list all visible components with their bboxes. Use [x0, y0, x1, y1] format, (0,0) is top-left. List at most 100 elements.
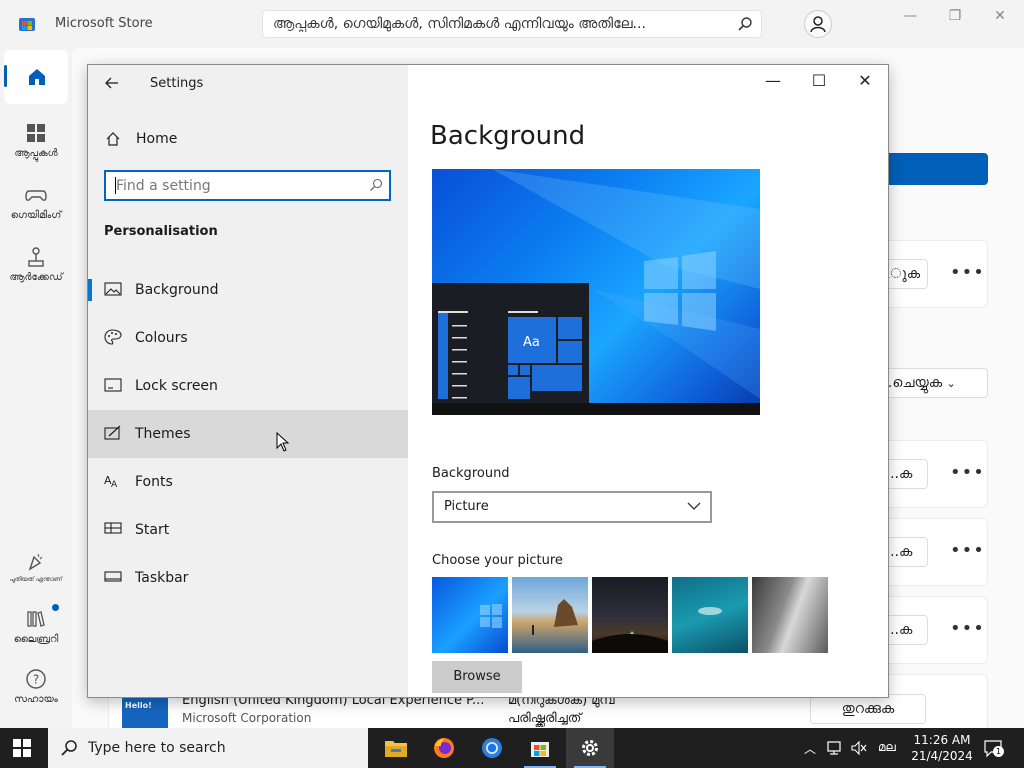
library-update-badge: [52, 604, 59, 611]
picture-thumb-2[interactable]: [512, 577, 588, 653]
search-icon[interactable]: [369, 178, 383, 192]
preview-taskbar: [432, 403, 760, 415]
minimize-button[interactable]: —: [750, 71, 796, 93]
person-icon: [810, 16, 826, 33]
picture-thumb-1[interactable]: [432, 577, 508, 653]
nav-item-themes[interactable]: Themes: [88, 410, 408, 458]
nav-item-taskbar[interactable]: Taskbar: [88, 554, 408, 602]
nav-selected-indicator: [88, 279, 92, 301]
brush-icon: [104, 425, 121, 440]
background-type-dropdown[interactable]: Picture: [432, 491, 712, 523]
app-tile-icon-text: Hello!: [125, 701, 152, 710]
account-avatar[interactable]: [804, 10, 832, 38]
nav-item-fonts[interactable]: AA Fonts: [88, 458, 408, 506]
gamepad-icon: [25, 190, 47, 201]
store-nav-arcade[interactable]: ആർക്കേഡ്: [0, 246, 72, 283]
maximize-button[interactable]: ☐: [796, 71, 842, 93]
network-icon[interactable]: [826, 740, 844, 756]
settings-home-label: Home: [136, 131, 178, 147]
swimmer-thumb: [698, 607, 722, 615]
clock-date[interactable]: 21/4/2024: [910, 749, 974, 763]
taskbar-firefox[interactable]: [420, 728, 468, 768]
chevron-down-icon: ⌄: [946, 377, 956, 390]
store-nav-help-label: സഹായം: [14, 694, 58, 705]
background-type-label: Background: [432, 466, 510, 481]
picture-thumb-3[interactable]: [592, 577, 668, 653]
store-restore-button[interactable]: ❐: [935, 8, 975, 28]
store-bag-icon: [531, 742, 549, 757]
close-button[interactable]: ✕: [842, 71, 888, 93]
open-app-button[interactable]: തുറക്കുക: [810, 694, 926, 724]
notification-count-badge: 1: [993, 746, 1004, 757]
nav-item-label: Lock screen: [135, 378, 218, 394]
preview-start-menu: Aa: [432, 283, 589, 403]
home-icon: [29, 69, 45, 85]
search-icon[interactable]: [737, 16, 753, 32]
settings-home-link[interactable]: Home: [88, 121, 408, 157]
picture-thumb-4[interactable]: [672, 577, 748, 653]
store-search-text: ആപ്പുകൾ, ഗെയിമുകൾ, സിനിമകൾ എന്നിവയും അതി…: [273, 16, 646, 32]
store-nav-whats-new[interactable]: പുതിയത് എന്താണ്: [0, 550, 72, 584]
taskbar-microsoft-store[interactable]: [516, 728, 564, 768]
store-app-title: Microsoft Store: [55, 16, 153, 31]
start-icon: [104, 522, 122, 534]
night-tent-thumb: [592, 631, 668, 653]
browse-button[interactable]: Browse: [432, 661, 522, 693]
taskbar-file-explorer[interactable]: [372, 728, 420, 768]
windows-start-icon[interactable]: [12, 738, 32, 758]
more-options-icon[interactable]: •••: [950, 540, 985, 561]
app-status-line2: പരിഷ്ക്കരിച്ചത്: [508, 711, 582, 726]
nav-item-label: Start: [135, 522, 170, 538]
store-nav-apps[interactable]: ആപ്പുകൾ: [0, 122, 72, 159]
more-options-icon[interactable]: •••: [950, 618, 985, 639]
more-options-icon[interactable]: •••: [950, 262, 985, 283]
gear-icon: [582, 740, 598, 756]
help-icon: ?: [26, 669, 46, 689]
nav-item-colours[interactable]: Colours: [88, 314, 408, 362]
taskbar-icon: [104, 571, 122, 582]
nav-item-start[interactable]: Start: [88, 506, 408, 554]
back-arrow-icon[interactable]: [104, 75, 120, 91]
find-setting-input[interactable]: Find a setting: [104, 170, 391, 201]
svg-text:A: A: [111, 480, 118, 489]
input-language-indicator[interactable]: മല: [878, 740, 896, 755]
firefox-icon: [434, 738, 454, 758]
section-title: Personalisation: [104, 224, 218, 239]
show-hidden-icons-chevron[interactable]: ︿: [804, 740, 816, 757]
taskbar-settings[interactable]: [566, 728, 614, 768]
windows-logo-thumb: [480, 604, 502, 628]
store-nav-home[interactable]: [4, 50, 68, 104]
more-options-icon[interactable]: •••: [950, 462, 985, 483]
store-search-box[interactable]: ആപ്പുകൾ, ഗെയിമുകൾ, സിനിമകൾ എന്നിവയും അതി…: [262, 10, 762, 38]
store-nav-library-label: ലൈബ്രറി: [13, 634, 59, 645]
nav-item-label: Taskbar: [135, 570, 189, 586]
store-close-button[interactable]: ✕: [980, 8, 1020, 28]
nav-item-label: Themes: [135, 426, 191, 442]
nav-item-lock-screen[interactable]: Lock screen: [88, 362, 408, 410]
store-nav-arcade-label: ആർക്കേഡ്: [9, 272, 63, 283]
store-nav-apps-label: ആപ്പുകൾ: [14, 148, 58, 159]
chevron-down-icon: [687, 502, 701, 510]
app-tile-icon: Hello!: [122, 698, 168, 728]
volume-muted-icon[interactable]: [850, 740, 868, 756]
mouse-pointer-icon: [276, 432, 290, 452]
nav-item-label: Background: [135, 282, 219, 298]
folder-icon: [385, 741, 407, 757]
picture-thumb-5[interactable]: [752, 577, 828, 653]
store-nav-gaming[interactable]: ഗെയിമിംഗ്: [0, 184, 72, 221]
start-menu-mock: [438, 311, 582, 399]
windows-taskbar: Type here to search ︿ മല 11:26 AM 21/4/2…: [0, 728, 1024, 768]
store-logo-icon: [19, 18, 35, 31]
taskbar-search-box[interactable]: Type here to search: [48, 728, 368, 768]
store-minimize-button[interactable]: —: [890, 8, 930, 28]
nav-item-background[interactable]: Background: [88, 266, 408, 314]
store-nav-help[interactable]: ? സഹായം: [0, 668, 72, 705]
taskbar-chrome[interactable]: [468, 728, 516, 768]
party-icon: [28, 553, 43, 571]
home-icon: [106, 132, 120, 146]
action-center-button[interactable]: 1: [984, 740, 1004, 762]
store-primary-button[interactable]: [880, 153, 988, 185]
clock-time[interactable]: 11:26 AM: [912, 733, 972, 747]
store-nav-library[interactable]: ലൈബ്രറി: [0, 608, 72, 645]
desktop-preview: Aa: [432, 169, 760, 415]
